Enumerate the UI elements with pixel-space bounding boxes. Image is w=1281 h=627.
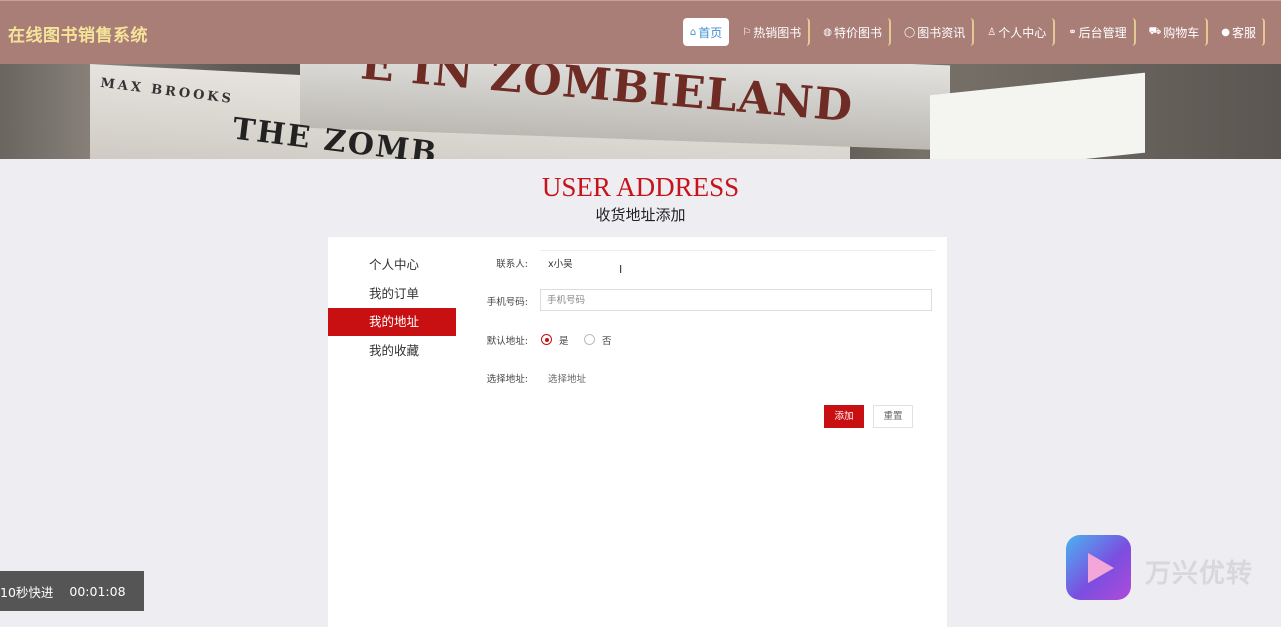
site-title[interactable]: 在线图书销售系统 <box>8 21 148 46</box>
top-header: 在线图书销售系统 ⌂ 首页 ⚐ 热销图书 ◍ 特价图书 ◯ 图书资讯 ♙ 个人中… <box>0 0 1281 64</box>
nav-label: 热销图书 <box>753 25 802 40</box>
nav-label: 图书资讯 <box>917 25 966 40</box>
contact-label: 联系人: <box>496 259 528 270</box>
address-select[interactable]: 选择地址 <box>548 371 586 385</box>
nav-label: 客服 <box>1231 25 1256 40</box>
sidebar-item-favorites[interactable]: 我的收藏 <box>328 337 456 365</box>
nav-book-news[interactable]: ◯ 图书资讯 <box>897 18 975 46</box>
timer: 00:01:08 <box>69 583 126 599</box>
link-icon: ⚭ <box>1068 26 1077 38</box>
nav-cart[interactable]: ⛟ 购物车 <box>1142 18 1209 46</box>
nav-home[interactable]: ⌂ 首页 <box>682 18 730 46</box>
sidebar-item-user-center[interactable]: 个人中心 <box>328 251 456 279</box>
user-icon: ♙ <box>987 26 997 38</box>
address-card: 个人中心 我的订单 我的地址 我的收藏 联系人: x小吴 手机号码: 默认地址:… <box>328 237 947 627</box>
sidebar-item-address[interactable]: 我的地址 <box>328 308 456 336</box>
nav-label: 首页 <box>698 25 723 40</box>
tag-icon: ◍ <box>823 26 833 38</box>
default-yes-label: 是 <box>559 336 569 347</box>
contact-field[interactable]: x小吴 <box>548 256 573 270</box>
hero-banner: E IN ZOMBIELAND MAX BROOKS THE ZOMB <box>0 64 1281 159</box>
default-label: 默认地址: <box>486 336 528 347</box>
sidebar-item-orders[interactable]: 我的订单 <box>328 280 456 308</box>
add-button[interactable]: 添加 <box>824 405 864 428</box>
phone-label: 手机号码: <box>486 297 528 308</box>
top-nav: ⌂ 首页 ⚐ 热销图书 ◍ 特价图书 ◯ 图书资讯 ♙ 个人中心 ⚭ 后台管理 … <box>682 18 1265 46</box>
chat-icon: ◯ <box>904 26 916 38</box>
nav-label: 特价图书 <box>834 25 883 40</box>
watermark-text: 万兴优转 <box>1145 559 1254 589</box>
nav-service[interactable]: ● 客服 <box>1214 18 1265 46</box>
divider <box>540 250 935 251</box>
video-overlay[interactable]: 10秒快进 00:01:08 <box>0 571 144 611</box>
nav-user-center[interactable]: ♙ 个人中心 <box>980 18 1056 46</box>
nav-hot-books[interactable]: ⚐ 热销图书 <box>735 18 811 46</box>
address-label: 选择地址: <box>486 374 528 385</box>
flag-icon: ⚐ <box>742 26 752 38</box>
page-subtitle: 收货地址添加 <box>595 206 686 224</box>
reset-button[interactable]: 重置 <box>873 405 913 428</box>
default-no-radio[interactable] <box>584 334 595 345</box>
default-no-label: 否 <box>602 336 612 347</box>
cart-icon: ⛟ <box>1148 25 1162 37</box>
home-icon: ⌂ <box>689 26 697 38</box>
nav-special-books[interactable]: ◍ 特价图书 <box>816 18 892 46</box>
nav-label: 购物车 <box>1163 25 1200 40</box>
default-yes-radio[interactable] <box>541 334 552 345</box>
fast-forward-label[interactable]: 10秒快进 <box>0 582 53 601</box>
nav-label: 后台管理 <box>1078 25 1127 40</box>
nav-label: 个人中心 <box>998 25 1047 40</box>
user-sidebar: 个人中心 我的订单 我的地址 我的收藏 <box>328 251 456 365</box>
text-cursor-icon: I <box>619 263 623 276</box>
service-icon: ● <box>1221 26 1230 38</box>
phone-input[interactable] <box>540 289 932 311</box>
page-title: USER ADDRESS <box>541 172 740 202</box>
watermark-logo-icon <box>1066 535 1131 600</box>
nav-admin[interactable]: ⚭ 后台管理 <box>1061 18 1136 46</box>
banner-book-white <box>930 72 1145 159</box>
